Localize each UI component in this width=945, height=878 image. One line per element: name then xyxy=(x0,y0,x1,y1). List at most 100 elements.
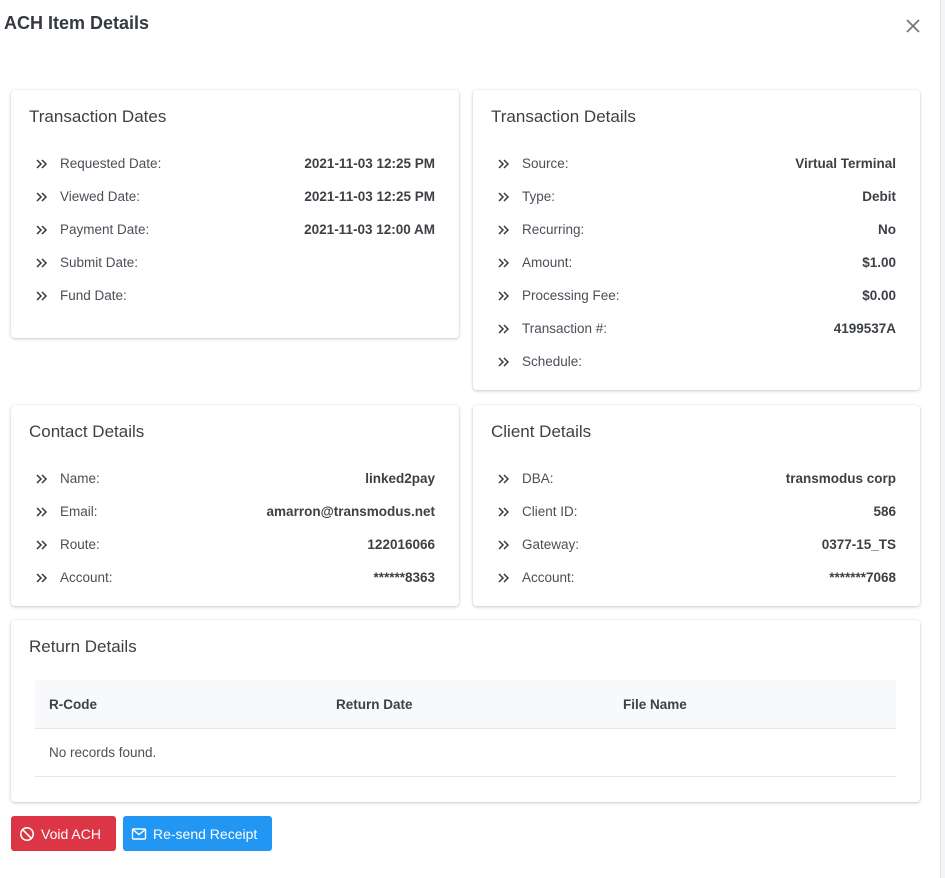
column-header-rcode[interactable]: R-Code xyxy=(35,680,322,729)
detail-value: Virtual Terminal xyxy=(795,156,896,171)
detail-row: Account: ******8363 xyxy=(35,561,435,594)
chevron-double-right-icon xyxy=(497,539,511,551)
card-title: Transaction Details xyxy=(491,107,636,126)
chevron-double-right-icon xyxy=(497,356,511,368)
detail-row: Submit Date: xyxy=(35,246,435,279)
detail-label: Processing Fee: xyxy=(522,288,620,303)
detail-value: 2021-11-03 12:25 PM xyxy=(304,156,435,171)
detail-label: Submit Date: xyxy=(60,255,139,270)
detail-label: Requested Date: xyxy=(60,156,162,171)
detail-list: Requested Date: 2021-11-03 12:25 PM Viewed… xyxy=(35,147,435,312)
detail-row: Email: amarron@transmodus.net xyxy=(35,495,435,528)
card-title: Contact Details xyxy=(29,422,145,441)
detail-value: 4199537A xyxy=(833,321,896,336)
detail-row: Schedule: xyxy=(497,345,896,378)
detail-row: Fund Date: xyxy=(35,279,435,312)
chevron-double-right-icon xyxy=(497,572,511,584)
detail-value: *******7068 xyxy=(829,570,896,585)
detail-row: Recurring: No xyxy=(497,213,896,246)
detail-row: Viewed Date: 2021-11-03 12:25 PM xyxy=(35,180,435,213)
column-header-return-date[interactable]: Return Date xyxy=(322,680,609,729)
detail-list: Source: Virtual Terminal Type: Debit Recurri… xyxy=(497,147,896,378)
chevron-double-right-icon xyxy=(35,158,49,170)
detail-label: Schedule: xyxy=(522,354,583,369)
ban-icon xyxy=(20,826,34,841)
chevron-double-right-icon xyxy=(35,572,49,584)
detail-label: DBA: xyxy=(522,471,554,486)
detail-row: DBA: transmodus corp xyxy=(497,462,896,495)
detail-value: $0.00 xyxy=(862,288,896,303)
detail-label: Source: xyxy=(522,156,569,171)
detail-row: Name: linked2pay xyxy=(35,462,435,495)
detail-value: 2021-11-03 12:25 PM xyxy=(304,189,435,204)
resend-receipt-label: Re-send Receipt xyxy=(153,825,258,842)
detail-label: Amount: xyxy=(522,255,573,270)
chevron-double-right-icon xyxy=(497,158,511,170)
void-ach-button[interactable]: Void ACH xyxy=(11,816,116,851)
detail-row: Transaction #: 4199537A xyxy=(497,312,896,345)
transaction-details-card: Transaction Details Source: Virtual Termi… xyxy=(473,90,920,390)
chevron-double-right-icon xyxy=(35,191,49,203)
chevron-double-right-icon xyxy=(497,323,511,335)
client-details-card: Client Details DBA: transmodus corp Client… xyxy=(473,405,920,606)
detail-value: No xyxy=(878,222,896,237)
chevron-double-right-icon xyxy=(497,506,511,518)
detail-value: 122016066 xyxy=(367,537,435,552)
detail-value: Debit xyxy=(862,189,896,204)
chevron-double-right-icon xyxy=(35,224,49,236)
detail-label: Recurring: xyxy=(522,222,585,237)
chevron-double-right-icon xyxy=(35,506,49,518)
card-title: Transaction Dates xyxy=(29,107,167,126)
card-title: Client Details xyxy=(491,422,592,441)
detail-list: Name: linked2pay Email: amarron@transmodus.… xyxy=(35,462,435,594)
detail-label: Payment Date: xyxy=(60,222,150,237)
detail-row: Gateway: 0377-15_TS xyxy=(497,528,896,561)
detail-row: Source: Virtual Terminal xyxy=(497,147,896,180)
card-title: Return Details xyxy=(29,637,137,656)
detail-label: Account: xyxy=(522,570,575,585)
return-table: R-Code Return Date File Name No records … xyxy=(35,680,896,777)
chevron-double-right-icon xyxy=(35,257,49,269)
chevron-double-right-icon xyxy=(497,473,511,485)
detail-value: $1.00 xyxy=(862,255,896,270)
detail-row: Client ID: 586 xyxy=(497,495,896,528)
detail-label: Account: xyxy=(60,570,113,585)
detail-row: Payment Date: 2021-11-03 12:00 AM xyxy=(35,213,435,246)
detail-row: Route: 122016066 xyxy=(35,528,435,561)
chevron-double-right-icon xyxy=(35,473,49,485)
return-details-card: Return Details R-Code Return Date File N… xyxy=(11,620,920,802)
detail-label: Client ID: xyxy=(522,504,578,519)
detail-value: 2021-11-03 12:00 AM xyxy=(304,222,435,237)
detail-row: Processing Fee: $0.00 xyxy=(497,279,896,312)
detail-row: Account: *******7068 xyxy=(497,561,896,594)
detail-label: Transaction #: xyxy=(522,321,608,336)
chevron-double-right-icon xyxy=(497,224,511,236)
contact-details-card: Contact Details Name: linked2pay Email: ama… xyxy=(11,405,459,606)
detail-label: Type: xyxy=(522,189,556,204)
transaction-dates-card: Transaction Dates Requested Date: 2021-11… xyxy=(11,90,459,338)
detail-label: Gateway: xyxy=(522,537,580,552)
detail-row: Amount: $1.00 xyxy=(497,246,896,279)
close-icon xyxy=(906,19,920,33)
modal-title: ACH Item Details xyxy=(4,13,150,33)
detail-label: Viewed Date: xyxy=(60,189,141,204)
detail-value: amarron@transmodus.net xyxy=(266,504,435,519)
detail-label: Route: xyxy=(60,537,100,552)
detail-list: DBA: transmodus corp Client ID: 586 Gateway:… xyxy=(497,462,896,594)
detail-label: Email: xyxy=(60,504,98,519)
chevron-double-right-icon xyxy=(35,539,49,551)
detail-value: 0377-15_TS xyxy=(821,537,896,552)
resend-receipt-button[interactable]: Re-send Receipt xyxy=(123,816,272,851)
void-ach-label: Void ACH xyxy=(41,825,101,842)
close-button[interactable] xyxy=(902,15,924,37)
table-row: No records found. xyxy=(35,728,896,777)
detail-value: transmodus corp xyxy=(785,471,896,486)
column-header-file-name[interactable]: File Name xyxy=(609,680,896,729)
detail-value: linked2pay xyxy=(365,471,435,486)
chevron-double-right-icon xyxy=(497,191,511,203)
detail-value: 586 xyxy=(873,504,896,519)
chevron-double-right-icon xyxy=(497,290,511,302)
detail-label: Name: xyxy=(60,471,100,486)
window-edge xyxy=(940,0,945,878)
detail-label: Fund Date: xyxy=(60,288,127,303)
